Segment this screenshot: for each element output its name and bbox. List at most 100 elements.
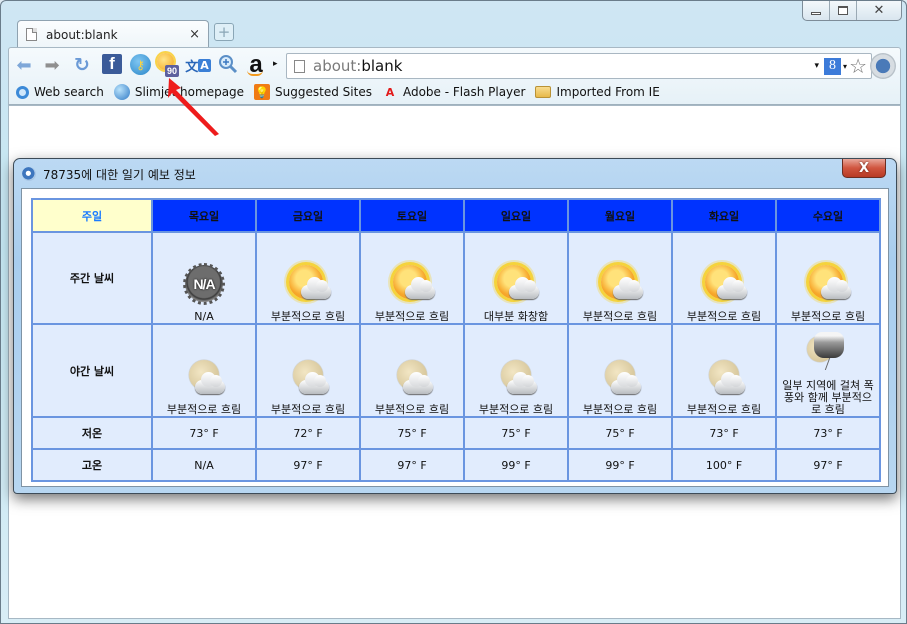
partly-cloudy-day-icon bbox=[701, 261, 747, 307]
partly-cloudy-night-icon bbox=[493, 354, 539, 400]
url-text[interactable]: about:blank bbox=[313, 57, 815, 75]
high-temp-cell: 97° F bbox=[255, 448, 361, 482]
condition-text: 부분적으로 흐림 bbox=[790, 310, 866, 323]
night-weather-cell: 부분적으로 흐림 bbox=[671, 323, 777, 418]
dialog-title: 78735에 대한 일기 예보 정보 bbox=[43, 167, 196, 182]
day-header: 일요일 bbox=[463, 198, 569, 233]
extensions-overflow-icon[interactable]: ▸ bbox=[273, 59, 278, 69]
condition: 부분적으로 흐림 bbox=[361, 233, 463, 323]
dialog-body: 주일 목요일 금요일 토요일 일요일 월요일 화요일 수요일 주간 날씨 N/A N/A 부분적… bbox=[21, 188, 889, 487]
day-weather-cell: 부분적으로 흐림 bbox=[359, 231, 465, 325]
condition-text: 일부 지역에 걸쳐 폭풍와 함께 부분적으로 흐림 bbox=[782, 379, 874, 416]
condition: 부분적으로 흐림 bbox=[569, 325, 671, 416]
app-icon bbox=[22, 167, 36, 181]
facebook-extension-icon[interactable]: f bbox=[102, 54, 122, 74]
condition: 부분적으로 흐림 bbox=[361, 325, 463, 416]
reload-icon[interactable]: ↻ bbox=[71, 54, 93, 76]
day-weather-cell: 부분적으로 흐림 bbox=[567, 231, 673, 325]
dialog-close-button[interactable]: X bbox=[842, 159, 886, 178]
translate-glyph: 文 bbox=[185, 59, 199, 75]
thunderstorm-night-icon bbox=[805, 330, 851, 376]
day-weather-cell: 대부분 화창함 bbox=[463, 231, 569, 325]
minimize-button[interactable] bbox=[803, 1, 830, 20]
high-temp-cell: 99° F bbox=[567, 448, 673, 482]
condition: 부분적으로 흐림 bbox=[673, 325, 775, 416]
day-header: 목요일 bbox=[151, 198, 257, 233]
bookmark-imported-from-ie[interactable]: Imported From IE bbox=[535, 85, 660, 99]
search-icon bbox=[16, 85, 29, 99]
back-arrow-icon[interactable]: ⬅ bbox=[13, 54, 35, 76]
google-search-icon[interactable]: 8 bbox=[824, 57, 842, 75]
translate-extension-icon[interactable]: 文A bbox=[185, 54, 211, 76]
condition: 부분적으로 흐림 bbox=[153, 325, 255, 416]
table-row-night-weather: 야간 날씨 부분적으로 흐림 부분적으로 흐림 부분적으로 흐림 부분적으로 흐림 부분… bbox=[31, 323, 881, 418]
omnibox-dropdown-icon[interactable]: ▾ bbox=[815, 61, 820, 71]
bulb-icon: 💡 bbox=[254, 84, 271, 100]
condition: 부분적으로 흐림 bbox=[257, 233, 359, 323]
search-engine-dropdown-icon[interactable]: ▾ bbox=[843, 62, 847, 71]
condition: 부분적으로 흐림 bbox=[569, 233, 671, 323]
bookmark-star-icon[interactable]: ☆ bbox=[849, 56, 867, 76]
cloud-icon bbox=[299, 372, 329, 394]
annotation-arrow-icon bbox=[168, 78, 219, 136]
cloud-icon bbox=[613, 277, 643, 299]
cloud-icon bbox=[821, 277, 851, 299]
zoom-extension-icon[interactable] bbox=[218, 54, 238, 74]
tab-close-icon[interactable]: × bbox=[189, 27, 200, 42]
day-header: 수요일 bbox=[775, 198, 881, 233]
close-window-button[interactable]: ✕ bbox=[857, 1, 901, 20]
night-weather-cell: 부분적으로 흐림 bbox=[463, 323, 569, 418]
bookmark-suggested-sites[interactable]: 💡 Suggested Sites bbox=[254, 84, 372, 100]
bookmark-label: Imported From IE bbox=[556, 85, 660, 99]
na-label: N/A bbox=[183, 263, 225, 305]
partly-cloudy-day-icon bbox=[805, 261, 851, 307]
bookmark-label: Web search bbox=[34, 85, 104, 99]
bookmark-label: Adobe - Flash Player bbox=[402, 85, 526, 99]
bookmark-label: Suggested Sites bbox=[275, 85, 372, 99]
night-weather-cell: 부분적으로 흐림 bbox=[567, 323, 673, 418]
partly-cloudy-night-icon bbox=[285, 354, 331, 400]
page-icon bbox=[26, 28, 37, 41]
condition-text: 부분적으로 흐림 bbox=[582, 310, 658, 323]
header-row: 주일 목요일 금요일 토요일 일요일 월요일 화요일 수요일 bbox=[31, 198, 881, 233]
cloud-icon bbox=[717, 277, 747, 299]
cloud-icon bbox=[611, 372, 641, 394]
settings-gear-icon[interactable] bbox=[870, 53, 896, 79]
bookmark-web-search[interactable]: Web search bbox=[16, 85, 104, 99]
window-controls: ✕ bbox=[802, 1, 902, 21]
bookmarks-bar: Web search Slimjet homepage 💡 Suggested S… bbox=[9, 81, 900, 103]
low-temp-cell: 73° F bbox=[151, 416, 257, 450]
day-header: 토요일 bbox=[359, 198, 465, 233]
day-header: 금요일 bbox=[255, 198, 361, 233]
condition-text: 부분적으로 흐림 bbox=[166, 403, 242, 416]
maximize-button[interactable] bbox=[830, 1, 857, 20]
condition-text: 부분적으로 흐림 bbox=[686, 403, 762, 416]
high-temp-cell: N/A bbox=[151, 448, 257, 482]
row-label-night-weather: 야간 날씨 bbox=[31, 323, 153, 418]
night-weather-cell: 부분적으로 흐림 bbox=[255, 323, 361, 418]
partly-cloudy-day-icon bbox=[597, 261, 643, 307]
tab-title: about:blank bbox=[46, 27, 118, 42]
folder-icon bbox=[535, 86, 552, 98]
condition: 일부 지역에 걸쳐 폭풍와 함께 부분적으로 흐림 bbox=[777, 325, 879, 416]
corner-header: 주일 bbox=[31, 198, 153, 233]
forecast-table: 주일 목요일 금요일 토요일 일요일 월요일 화요일 수요일 주간 날씨 N/A N/A 부분적… bbox=[31, 198, 881, 482]
cloud-icon bbox=[715, 372, 745, 394]
forward-arrow-icon[interactable]: ➡ bbox=[41, 54, 63, 76]
tab-about-blank[interactable]: about:blank × bbox=[17, 20, 209, 48]
key-extension-icon[interactable]: ⚷ bbox=[130, 54, 151, 75]
address-bar[interactable]: about:blank ▾ 8 ▾ ☆ bbox=[286, 53, 872, 79]
low-temp-cell: 73° F bbox=[775, 416, 881, 450]
high-temp-cell: 97° F bbox=[359, 448, 465, 482]
bookmark-adobe-flash-player[interactable]: A Adobe - Flash Player bbox=[382, 84, 526, 100]
day-weather-cell: 부분적으로 흐림 bbox=[775, 231, 881, 325]
condition-text: 부분적으로 흐림 bbox=[478, 403, 554, 416]
amazon-extension-icon[interactable]: a bbox=[245, 53, 267, 77]
partly-cloudy-night-icon bbox=[389, 354, 435, 400]
partly-cloudy-night-icon bbox=[181, 354, 227, 400]
dialog-title-bar: 78735에 대한 일기 예보 정보 bbox=[22, 164, 196, 184]
storm-cloud-icon bbox=[814, 332, 844, 358]
new-tab-button[interactable]: + bbox=[214, 23, 234, 41]
day-header: 화요일 bbox=[671, 198, 777, 233]
cloud-icon bbox=[405, 277, 435, 299]
